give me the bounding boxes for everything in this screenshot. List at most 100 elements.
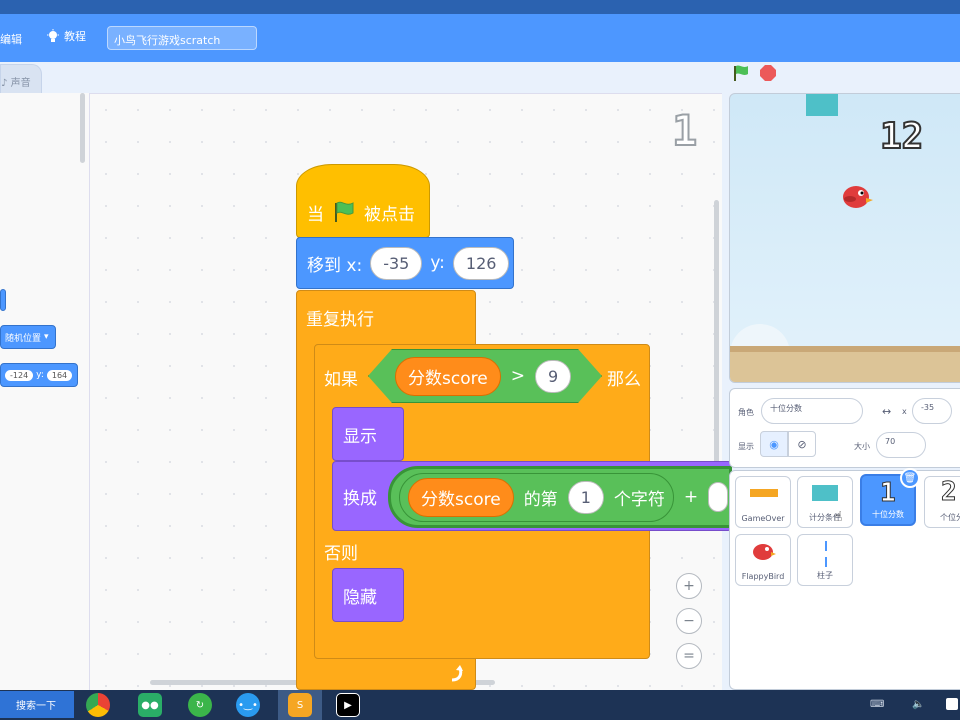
ground [730, 346, 960, 382]
sprite-name: 柱子 [817, 571, 833, 580]
keyboard-tray-icon[interactable]: ⌨ [870, 699, 884, 710]
sprite-tile-flappybird[interactable]: FlappyBird [735, 534, 791, 586]
hide-sprite-button[interactable]: ⊘ [788, 431, 816, 457]
mascot-icon: •‿• [236, 693, 260, 717]
menu-tutorials[interactable]: 教程 [46, 28, 86, 44]
goto-xy-block[interactable]: 移到 x: -35 y: 126 [296, 237, 514, 289]
sprite-name: 十位分数 [872, 510, 904, 519]
letter-index-input[interactable]: 1 [567, 480, 604, 514]
forever-text: 重复执行 [306, 309, 374, 330]
taskbar-search[interactable]: 搜索一下 [0, 691, 74, 718]
sprite-name: FlappyBird [741, 572, 785, 581]
palette-goto-y-input[interactable]: 164 [46, 369, 73, 381]
x-position-input[interactable]: -35 [912, 398, 952, 424]
stage[interactable]: 12 [729, 93, 960, 383]
hand-cursor-icon: ☝ [834, 509, 843, 525]
join-operator[interactable]: 分数score 的第 1 个字符 + [388, 466, 732, 528]
delete-sprite-button[interactable]: 🗑 [900, 468, 920, 488]
sprite-name-input[interactable]: 十位分数 [761, 398, 863, 424]
goto-x-input[interactable]: -35 [370, 246, 423, 280]
taskbar-app-recorder[interactable]: ▶ [326, 690, 370, 720]
zoom-in-icon: + [683, 578, 695, 594]
browser-icon [86, 693, 110, 717]
letter-of-operator[interactable]: 分数score 的第 1 个字符 [399, 472, 674, 522]
taskbar-app-blue-char[interactable]: •‿• [226, 690, 270, 720]
sprite-tile-tens-digit[interactable]: 1 十位分数 🗑 [860, 468, 920, 526]
hide-block[interactable]: 隐藏 [332, 568, 404, 622]
trash-icon: 🗑 [903, 472, 917, 484]
sprite-tile-gameover[interactable]: GameOver [735, 476, 791, 528]
score-condition-thumbnail [812, 485, 838, 501]
palette-goto-x-input[interactable]: -124 [5, 369, 34, 381]
size-input[interactable]: 70 [876, 432, 926, 458]
compare-value-input[interactable]: 9 [535, 360, 571, 393]
switch-costume-text: 换成 [343, 488, 377, 509]
when-label: 当 [307, 204, 324, 225]
zoom-out-icon: − [683, 613, 695, 629]
sprite-tile-score-condition[interactable]: 计分条件 ☝ [797, 476, 853, 528]
plus-symbol: + [683, 487, 699, 507]
loop-arrow-icon [451, 665, 463, 682]
zoom-reset-icon: = [683, 648, 695, 664]
sound-icon: ♪ [1, 78, 8, 89]
letter-suffix: 个字符 [613, 489, 665, 510]
zoom-reset-button[interactable]: = [676, 643, 702, 669]
palette-y-label: y: [36, 370, 44, 380]
ones-digit-thumbnail: 2 [941, 477, 958, 508]
score-variable-reporter-2[interactable]: 分数score [408, 477, 514, 517]
show-block[interactable]: 显示 [332, 407, 404, 461]
notification-tray-icon[interactable] [946, 698, 958, 710]
goto-label: 移到 x: [307, 255, 363, 276]
script-vertical-scrollbar[interactable] [714, 200, 719, 500]
chevron-down-icon: ▾ [44, 332, 49, 342]
green-flag-icon [335, 201, 354, 222]
palette-block-goto-random[interactable]: 随机位置 ▾ [0, 325, 56, 349]
x-label: x [902, 407, 907, 416]
palette-block-motion[interactable] [0, 289, 6, 311]
score-condition-sprite [806, 94, 838, 116]
when-flag-clicked-block[interactable]: 当 被点击 [296, 164, 430, 238]
score-variable-reporter[interactable]: 分数score [395, 357, 501, 396]
x-arrows-icon: ↔ [882, 405, 892, 418]
green-flag-icon[interactable] [732, 64, 750, 82]
if-label: 如果 [314, 350, 358, 404]
menu-edit[interactable]: 编辑 [0, 31, 22, 47]
pillar-thumbnail-bottom [825, 557, 827, 567]
sprite-name: GameOver [741, 514, 785, 523]
taskbar-app-green[interactable]: ↻ [178, 690, 222, 720]
tens-digit-thumbnail: 1 [880, 478, 897, 509]
size-label: 大小 [854, 442, 870, 451]
sprite-tile-ones-digit[interactable]: 2 个位分 [924, 476, 960, 528]
random-position-dropdown[interactable]: 随机位置 [5, 331, 41, 344]
flappybird-thumbnail [753, 544, 776, 560]
sprite-costume-indicator: 1 [671, 105, 698, 156]
palette-scrollbar[interactable] [80, 93, 85, 163]
show-sprite-button[interactable]: ◉ [760, 431, 788, 457]
else-label: 否则 [314, 534, 358, 568]
join-second-input[interactable] [708, 482, 729, 512]
goto-y-input[interactable]: 126 [452, 246, 510, 280]
letter-of-mid: 的第 [523, 489, 558, 510]
video-camera-icon: ▶ [336, 693, 360, 717]
block-palette: 随机位置 ▾ -124 y: 164 [0, 93, 90, 690]
stop-icon[interactable] [760, 65, 776, 81]
palette-block-goto-xy[interactable]: -124 y: 164 [0, 363, 78, 387]
chat-icon: ●● [138, 693, 162, 717]
taskbar-app-scratch[interactable]: S [278, 690, 322, 720]
gt-symbol: > [510, 366, 525, 386]
zoom-out-button[interactable]: − [676, 608, 702, 634]
zoom-in-button[interactable]: + [676, 573, 702, 599]
gameover-thumbnail [750, 489, 778, 497]
speaker-tray-icon[interactable]: 🔈 [912, 699, 924, 710]
project-title-input[interactable]: 小鸟飞行游戏scratch [107, 26, 257, 50]
taskbar-app-chrome[interactable] [76, 690, 120, 720]
browser-strip [0, 0, 960, 14]
tab-sounds[interactable]: ♪ 声音 [0, 64, 42, 94]
sprite-tile-pillar[interactable]: 柱子 [797, 534, 853, 586]
forever-label: 重复执行 [296, 292, 374, 342]
stage-controls [732, 64, 776, 82]
taskbar-app-wechat[interactable]: ●● [128, 690, 172, 720]
sprite-label: 角色 [738, 408, 754, 417]
greater-than-operator[interactable]: 分数score > 9 [368, 349, 602, 403]
show-text: 显示 [343, 426, 377, 447]
